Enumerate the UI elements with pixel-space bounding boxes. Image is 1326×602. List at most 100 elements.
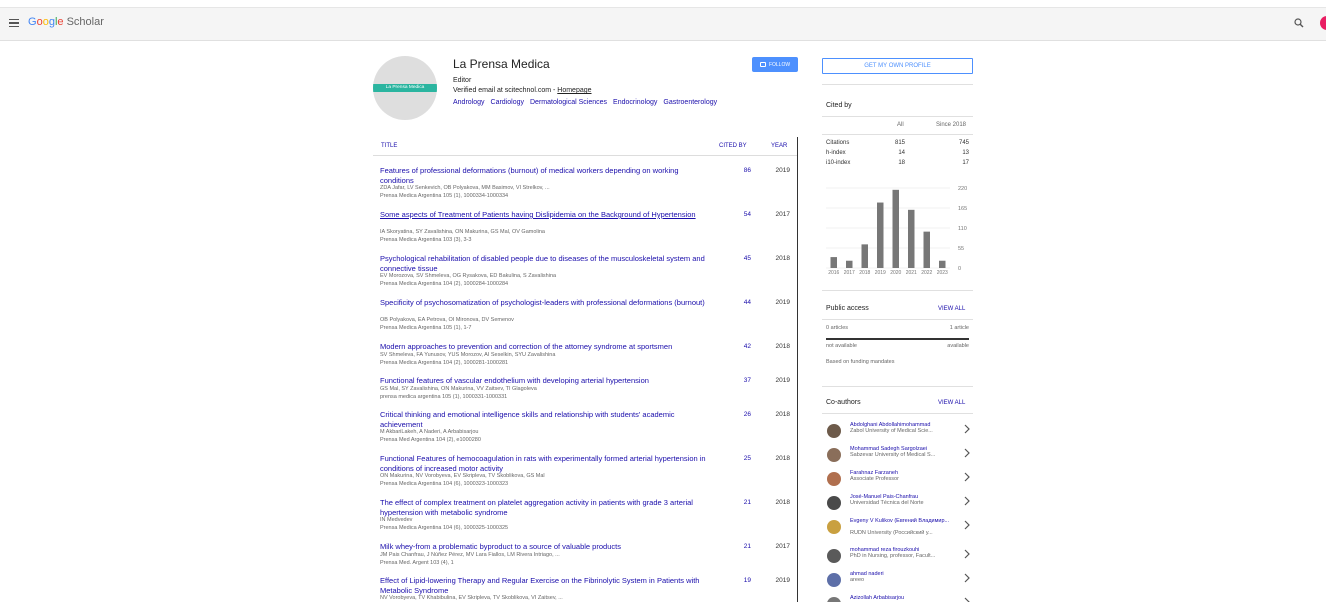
chevron-right-icon bbox=[964, 448, 970, 458]
search-icon[interactable] bbox=[1294, 18, 1304, 28]
coauthor-item[interactable]: Abdolghani Abdollahimohammad Zabol Univer… bbox=[822, 422, 973, 446]
chart-bar[interactable] bbox=[923, 231, 931, 268]
logo-letter: e bbox=[57, 16, 64, 28]
cited-by-count[interactable]: 25 bbox=[733, 454, 751, 464]
chevron-right-icon bbox=[964, 597, 970, 602]
cited-by-count[interactable]: 21 bbox=[733, 542, 751, 552]
article-year: 2019 bbox=[775, 299, 790, 306]
coauthor-affiliation: Sabzevar University of Medical S... bbox=[850, 452, 936, 458]
public-access-title: Public access bbox=[826, 305, 869, 312]
tag-endocrinology[interactable]: Endocrinology bbox=[613, 99, 657, 106]
chart-bar[interactable] bbox=[830, 257, 838, 268]
article-year: 2018 bbox=[775, 499, 790, 506]
coauthor-avatar bbox=[827, 597, 841, 602]
app-header: Google Scholar bbox=[0, 8, 1326, 41]
coauthors-view-all[interactable]: VIEW ALL bbox=[938, 400, 965, 406]
metric-since: 17 bbox=[962, 160, 969, 166]
cited-by-count[interactable]: 86 bbox=[733, 166, 751, 176]
article-year: 2019 bbox=[775, 377, 790, 384]
get-my-own-profile-button[interactable]: GET MY OWN PROFILE bbox=[822, 58, 973, 74]
article-title[interactable]: Effect of Lipid-lowering Therapy and Reg… bbox=[380, 576, 710, 596]
article-title[interactable]: Specificity of psychosomatization of psy… bbox=[380, 298, 710, 308]
chart-bar[interactable] bbox=[939, 260, 946, 268]
cited-by-count[interactable]: 26 bbox=[733, 410, 751, 420]
article-title[interactable]: Psychological rehabilitation of disabled… bbox=[380, 254, 710, 274]
coauthor-affiliation: PhD in Nursing, professor, Facult... bbox=[850, 553, 936, 559]
article-authors: ON Makurina, NV Vorobyeva, EV Skripleva,… bbox=[380, 473, 545, 479]
coauthor-item[interactable]: mohammad reza firouzkouhi PhD in Nursing,… bbox=[822, 547, 973, 571]
col-all: All bbox=[897, 122, 904, 128]
public-access-view-all[interactable]: VIEW ALL bbox=[938, 306, 965, 312]
divider bbox=[822, 84, 973, 85]
coauthor-item[interactable]: José-Manuel Pais-Chanfrau Universidad Téc… bbox=[822, 494, 973, 518]
metric-since: 13 bbox=[962, 150, 969, 156]
chart-bar[interactable] bbox=[846, 260, 853, 268]
column-year[interactable]: YEAR bbox=[771, 143, 787, 149]
column-cited-by[interactable]: CITED BY bbox=[719, 143, 747, 149]
coauthor-avatar bbox=[827, 549, 841, 563]
tag-dermatological-sciences[interactable]: Dermatological Sciences bbox=[530, 99, 607, 106]
interest-tags: Andrology Cardiology Dermatological Scienc… bbox=[453, 99, 723, 106]
y-tick-label: 165 bbox=[958, 206, 967, 212]
article-title[interactable]: Features of professional deformations (b… bbox=[380, 166, 710, 186]
article-authors: JM Pais Chanfrau, J Núñez Pérez, MV Lara… bbox=[380, 552, 560, 558]
tag-andrology[interactable]: Andrology bbox=[453, 99, 485, 106]
cited-by-count[interactable]: 19 bbox=[733, 576, 751, 586]
column-title[interactable]: TITLE bbox=[381, 143, 397, 149]
tag-cardiology[interactable]: Cardiology bbox=[491, 99, 524, 106]
coauthor-item[interactable]: Azizollah Arbabisarjou bbox=[822, 595, 973, 602]
x-tick-label: 2019 bbox=[875, 270, 886, 276]
article-title[interactable]: Critical thinking and emotional intellig… bbox=[380, 410, 710, 430]
logo-letter: G bbox=[28, 16, 37, 28]
chevron-right-icon bbox=[964, 549, 970, 559]
article-year: 2017 bbox=[775, 543, 790, 550]
article-authors: IN Medvedev bbox=[380, 517, 413, 523]
article-title[interactable]: The effect of complex treatment on plate… bbox=[380, 498, 710, 518]
y-tick-label: 220 bbox=[958, 186, 967, 192]
article-title[interactable]: Functional Features of hemocoagulation i… bbox=[380, 454, 710, 474]
coauthor-name[interactable]: Azizollah Arbabisarjou bbox=[850, 595, 955, 601]
chart-bar[interactable] bbox=[908, 209, 915, 268]
not-available-count[interactable]: 0 articles bbox=[826, 325, 848, 331]
google-scholar-logo[interactable]: Google Scholar bbox=[28, 16, 104, 28]
chart-bar[interactable] bbox=[861, 244, 869, 268]
chart-bar[interactable] bbox=[892, 189, 900, 268]
homepage-link[interactable]: Homepage bbox=[557, 87, 591, 94]
cited-by-count[interactable]: 21 bbox=[733, 498, 751, 508]
account-avatar[interactable] bbox=[1320, 16, 1326, 30]
access-labels: not available available bbox=[826, 343, 969, 349]
coauthor-name[interactable]: Evgeny V Kulikov (Евгений Владимир... bbox=[850, 518, 955, 530]
cited-by-count[interactable]: 42 bbox=[733, 342, 751, 352]
col-since: Since 2018 bbox=[936, 122, 967, 128]
coauthor-item[interactable]: Evgeny V Kulikov (Евгений Владимир... RUD… bbox=[822, 518, 973, 542]
cited-by-count[interactable]: 44 bbox=[733, 298, 751, 308]
coauthor-item[interactable]: Mohammad Sadegh Sargolzaei Sabzevar Unive… bbox=[822, 446, 973, 470]
article-title[interactable]: Some aspects of Treatment of Patients ha… bbox=[380, 210, 710, 220]
x-tick-label: 2016 bbox=[828, 270, 839, 276]
cited-by-count[interactable]: 45 bbox=[733, 254, 751, 264]
article-authors: GS Mal, SY Zavalishina, ON Makurina, VV … bbox=[380, 386, 537, 392]
divider bbox=[822, 134, 973, 135]
available-count[interactable]: 1 article bbox=[950, 325, 969, 331]
x-tick-label: 2021 bbox=[906, 270, 917, 276]
cited-by-count[interactable]: 37 bbox=[733, 376, 751, 386]
profile-photo-label: La Prensa Medica bbox=[373, 84, 437, 92]
logo-word: Scholar bbox=[66, 16, 104, 28]
coauthor-avatar bbox=[827, 496, 841, 510]
coauthor-affiliation: Zabol University of Medical Scie... bbox=[850, 428, 933, 434]
menu-icon[interactable] bbox=[9, 19, 19, 28]
cited-by-count[interactable]: 54 bbox=[733, 210, 751, 220]
chart-bar[interactable] bbox=[877, 202, 884, 268]
article-venue: Prensa Medica Argentina 104 (6), 1000325… bbox=[380, 525, 509, 531]
article-year: 2018 bbox=[775, 343, 790, 350]
coauthor-affiliation: Associate Professor bbox=[850, 476, 899, 482]
y-tick-label: 0 bbox=[958, 266, 961, 272]
tag-gastroenterology[interactable]: Gastroenterology bbox=[663, 99, 717, 106]
column-divider bbox=[797, 137, 798, 602]
coauthor-item[interactable]: Farahnaz Farzaneh Associate Professor bbox=[822, 470, 973, 494]
article-venue: Prensa Medica Argentina 104 (2), 1000284… bbox=[380, 281, 509, 287]
x-tick-label: 2020 bbox=[890, 270, 901, 276]
profile-name: La Prensa Medica bbox=[453, 57, 550, 71]
follow-button[interactable]: FOLLOW bbox=[752, 57, 798, 72]
coauthor-item[interactable]: ahmad naderi areeo bbox=[822, 571, 973, 595]
